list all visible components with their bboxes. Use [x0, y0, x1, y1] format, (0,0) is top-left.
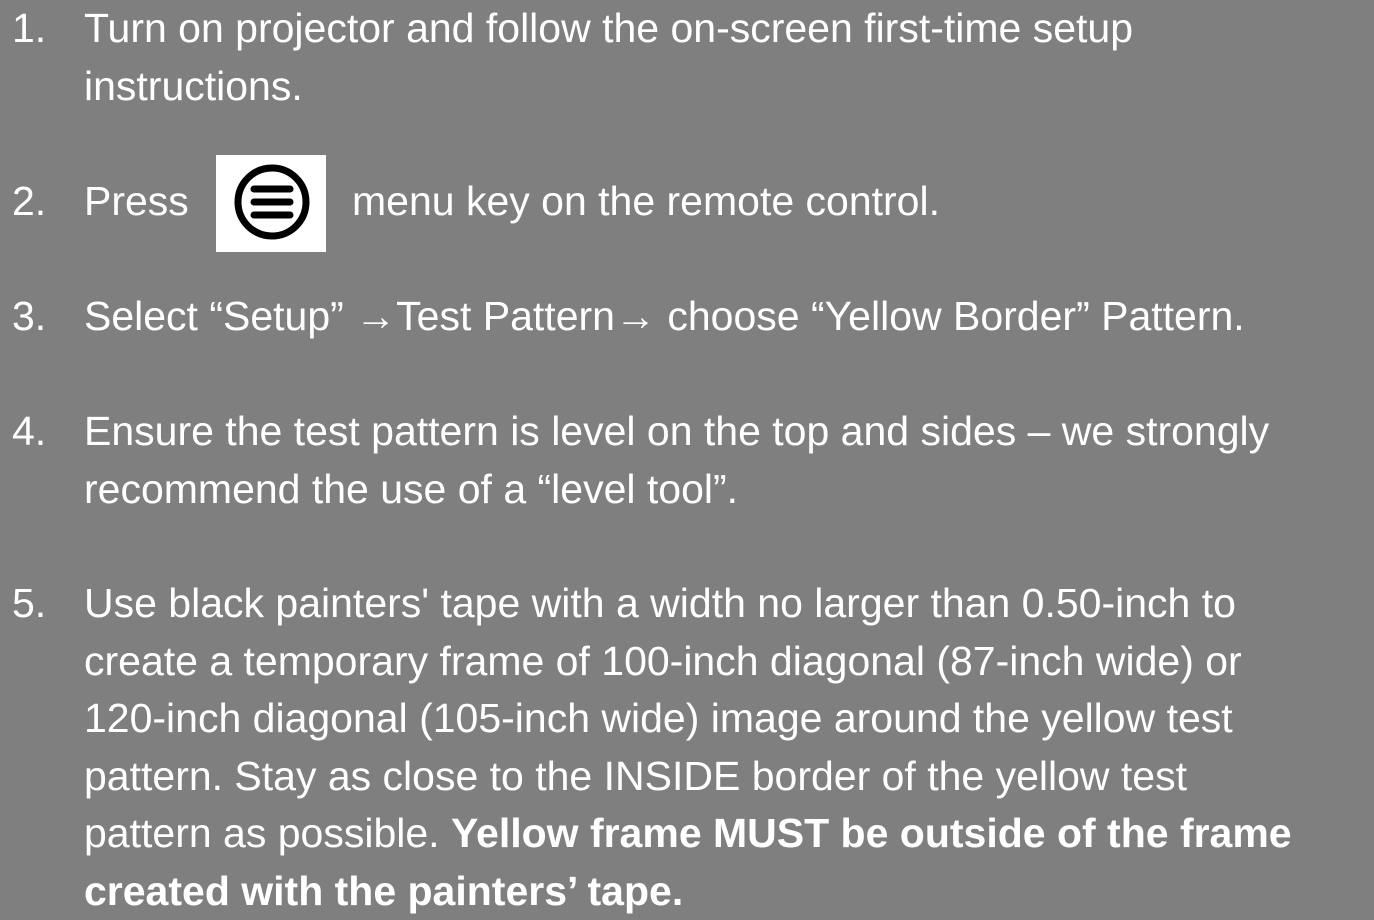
menu-key-icon: [216, 155, 326, 252]
step-5-warning-text: Yellow frame MUST be outside of the fram…: [451, 810, 1292, 856]
step-3-line-1: Select “Setup” →Test Pattern→ choose “Ye…: [84, 288, 1364, 346]
menu-icon: [216, 155, 326, 252]
instruction-slide: 1. Turn on projector and follow the on-s…: [0, 0, 1374, 915]
step-1-line-1: Turn on projector and follow the on-scre…: [84, 0, 1364, 58]
step-5-line-2: create a temporary frame of 100-inch dia…: [84, 633, 1364, 691]
step-text: Use black painters' tape with a width no…: [84, 575, 1364, 920]
step-5-line-1: Use black painters' tape with a width no…: [84, 575, 1364, 633]
step-2-before-icon: Press: [84, 173, 189, 231]
step-5-line-3: 120-inch diagonal (105-inch wide) image …: [84, 690, 1364, 748]
step-number: 5.: [12, 575, 72, 633]
step-number: 3.: [12, 288, 72, 346]
step-2-after-icon: menu key on the remote control.: [352, 173, 940, 231]
step-5-line-5: pattern as possible. Yellow frame MUST b…: [84, 805, 1364, 863]
step-4-line-2: recommend the use of a “level tool”.: [84, 461, 1364, 519]
step-4-line-1: Ensure the test pattern is level on the …: [84, 403, 1364, 461]
step-number: 4.: [12, 403, 72, 461]
step-1-line-2: instructions.: [84, 58, 1364, 116]
step-text: Select “Setup” →Test Pattern→ choose “Ye…: [84, 288, 1364, 346]
step-number: 1.: [12, 0, 72, 58]
step-text: Turn on projector and follow the on-scre…: [84, 0, 1364, 115]
step-5-normal-text: pattern as possible.: [84, 810, 451, 856]
step-5-line-4: pattern. Stay as close to the INSIDE bor…: [84, 748, 1364, 806]
step-5-bold-line: created with the painters’ tape.: [84, 863, 1364, 920]
step-text: Ensure the test pattern is level on the …: [84, 403, 1364, 518]
step-number: 2.: [12, 173, 72, 231]
